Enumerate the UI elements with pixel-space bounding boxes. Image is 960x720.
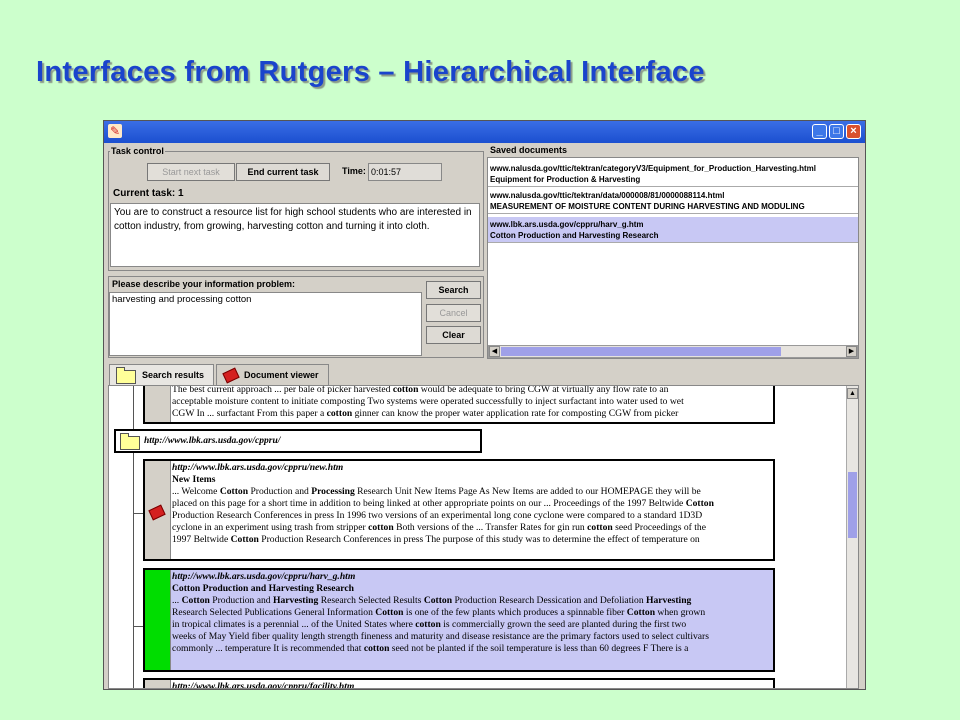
search-results-pane: The best current approach ... per bale o… xyxy=(108,385,859,689)
saved-document-title: Equipment for Production & Harvesting xyxy=(490,175,641,184)
snippet-line: CGW In ... surfactant From this paper a … xyxy=(172,408,679,419)
snippet-line: Research Selected Publications General I… xyxy=(172,607,706,618)
saved-document-url: www.nalusda.gov/ttic/tektran/data/000008… xyxy=(490,191,725,200)
saved-document-title: MEASUREMENT OF MOISTURE CONTENT DURING H… xyxy=(490,202,805,211)
snippet-line: Production Research Conferences in press… xyxy=(172,510,703,521)
time-label: Time: xyxy=(342,166,366,176)
scrollbar-thumb[interactable] xyxy=(848,472,857,538)
saved-document-title: Cotton Production and Harvesting Researc… xyxy=(490,231,659,240)
snippet-line: ... Welcome Cotton Production and Proces… xyxy=(172,486,701,497)
folder-icon xyxy=(116,367,136,384)
maximize-button[interactable]: □ xyxy=(829,124,844,139)
tree-connector xyxy=(133,626,143,627)
saved-documents-list: www.nalusda.gov/ttic/tektran/categoryV3/… xyxy=(487,157,859,359)
slide-title: Interfaces from Rutgers – Hierarchical I… xyxy=(36,56,705,88)
snippet-line: The best current approach ... per bale o… xyxy=(172,385,669,395)
window-titlebar[interactable]: ✎ _ □ × xyxy=(104,121,865,143)
time-field: 0:01:57 xyxy=(368,163,442,181)
snippet-line: cyclone in an experiment using trash fro… xyxy=(172,522,706,533)
folder-icon xyxy=(120,433,140,450)
app-icon[interactable]: ✎ xyxy=(108,124,122,138)
site-url: http://www.lbk.ars.usda.gov/cppru/ xyxy=(144,436,281,446)
saved-marker xyxy=(145,570,171,670)
app-window: ✎ _ □ × Task control Start next task End… xyxy=(103,120,866,690)
info-problem-label: Please describe your information problem… xyxy=(111,279,297,289)
snippet-line: weeks of May Yield fiber quality length … xyxy=(172,631,709,642)
result-document-saved[interactable]: http://www.lbk.ars.usda.gov/cppru/harv_g… xyxy=(143,568,775,672)
snippet-line: commonly ... temperature It is recommend… xyxy=(172,643,689,654)
tab-document-viewer[interactable]: Document viewer xyxy=(216,364,329,385)
saved-document-item[interactable]: www.nalusda.gov/ttic/tektran/data/000008… xyxy=(488,188,858,214)
search-button[interactable]: Search xyxy=(426,281,481,299)
results-vertical-scrollbar[interactable]: ▲ xyxy=(846,386,858,688)
scroll-left-icon[interactable]: ◀ xyxy=(489,346,500,357)
snippet-line: in tropical climates is a perennial ... … xyxy=(172,619,687,630)
document-marker xyxy=(145,461,171,559)
book-icon xyxy=(222,367,240,384)
saved-document-url: www.nalusda.gov/ttic/tektran/categoryV3/… xyxy=(490,164,816,173)
result-document[interactable]: http://www.lbk.ars.usda.gov/cppru/facili… xyxy=(143,678,775,688)
task-control-label: Task control xyxy=(110,146,165,156)
task-description-text: You are to construct a resource list for… xyxy=(110,203,480,267)
start-next-task-button[interactable]: Start next task xyxy=(147,163,235,181)
snippet-line: placed on this page for a short time in … xyxy=(172,498,714,509)
document-title: New Items xyxy=(172,474,216,485)
site-node[interactable]: http://www.lbk.ars.usda.gov/cppru/ xyxy=(114,429,482,453)
clear-button[interactable]: Clear xyxy=(426,326,481,344)
tab-label: Search results xyxy=(142,370,205,380)
scroll-up-icon[interactable]: ▲ xyxy=(847,388,858,399)
saved-document-item-selected[interactable]: www.lbk.ars.usda.gov/cppru/harv_g.htm Co… xyxy=(488,217,858,243)
document-title: Cotton Production and Harvesting Researc… xyxy=(172,583,354,594)
scroll-right-icon[interactable]: ▶ xyxy=(846,346,857,357)
saved-document-item[interactable]: www.nalusda.gov/ttic/tektran/categoryV3/… xyxy=(488,161,858,187)
end-current-task-button[interactable]: End current task xyxy=(236,163,330,181)
saved-document-url: www.lbk.ars.usda.gov/cppru/harv_g.htm xyxy=(490,220,644,229)
snippet-line: 1997 Beltwide Cotton Production Research… xyxy=(172,534,700,545)
snippet-line: ... Cotton Production and Harvesting Res… xyxy=(172,595,692,606)
query-input[interactable]: harvesting and processing cotton xyxy=(109,292,422,356)
tab-search-results[interactable]: Search results xyxy=(109,364,214,385)
saved-horizontal-scrollbar[interactable]: ◀ ▶ xyxy=(488,345,858,358)
document-url[interactable]: http://www.lbk.ars.usda.gov/cppru/harv_g… xyxy=(172,571,769,583)
tree-connector xyxy=(133,453,134,688)
result-document[interactable]: The best current approach ... per bale o… xyxy=(143,385,775,424)
result-document[interactable]: http://www.lbk.ars.usda.gov/cppru/new.ht… xyxy=(143,459,775,561)
book-icon[interactable] xyxy=(148,504,166,521)
document-url[interactable]: http://www.lbk.ars.usda.gov/cppru/facili… xyxy=(172,681,769,688)
tree-connector xyxy=(133,513,143,514)
snippet-line: acceptable moisture content to initiate … xyxy=(172,396,684,407)
scrollbar-thumb[interactable] xyxy=(501,347,781,356)
current-task-label: Current task: 1 xyxy=(113,188,184,199)
minimize-button[interactable]: _ xyxy=(812,124,827,139)
tab-label: Document viewer xyxy=(244,370,319,380)
document-marker xyxy=(145,680,171,688)
cancel-button[interactable]: Cancel xyxy=(426,304,481,322)
document-url[interactable]: http://www.lbk.ars.usda.gov/cppru/new.ht… xyxy=(172,462,769,474)
document-marker xyxy=(145,386,171,422)
close-button[interactable]: × xyxy=(846,124,861,139)
saved-documents-label: Saved documents xyxy=(489,145,569,155)
